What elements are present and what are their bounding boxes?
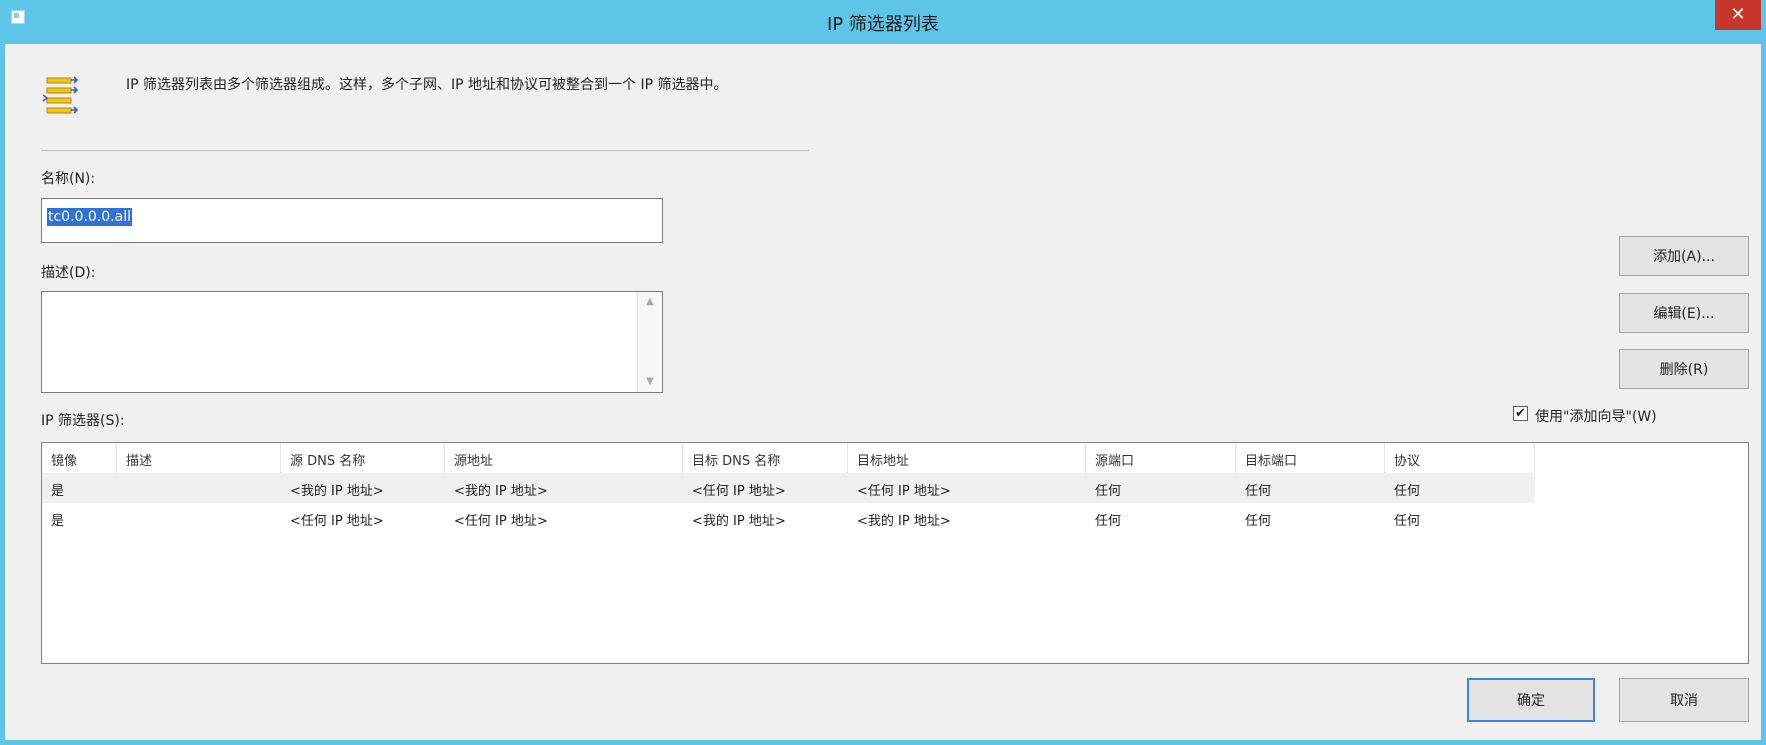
- cell-description: [117, 503, 126, 533]
- column-header-destination-port[interactable]: 目标端口: [1236, 443, 1385, 473]
- cell-source-address: <任何 IP 地址>: [454, 514, 548, 529]
- cancel-button[interactable]: 取消: [1619, 678, 1749, 722]
- name-input-value: tc0.0.0.0.all: [47, 208, 132, 226]
- column-header-description[interactable]: 描述: [117, 443, 281, 473]
- description-scrollbar[interactable]: ▲ ▼: [637, 292, 662, 392]
- cell-source-port: 任何: [1095, 484, 1122, 499]
- column-header-source-dns[interactable]: 源 DNS 名称: [281, 443, 445, 473]
- separator: [41, 150, 809, 151]
- table-header: 镜像 描述 源 DNS 名称 源地址 目标 DNS 名称 目标地址 源端口 目标…: [42, 443, 1748, 473]
- name-input[interactable]: tc0.0.0.0.all: [41, 198, 663, 243]
- cell-destination-address: <任何 IP 地址>: [857, 484, 951, 499]
- ip-filter-list-dialog: IP 筛选器列表 ✕ IP 筛选器列表由多个筛选器组成。这样，多个子网、IP 地…: [0, 0, 1766, 745]
- filter-list-icon: [42, 76, 79, 114]
- table-row[interactable]: 是 <任何 IP 地址> <任何 IP 地址> <我的 IP 地址> <我的 I…: [42, 503, 1535, 533]
- ip-filters-label: IP 筛选器(S):: [41, 413, 125, 429]
- name-label: 名称(N):: [41, 171, 96, 187]
- ip-filters-table[interactable]: 镜像 描述 源 DNS 名称 源地址 目标 DNS 名称 目标地址 源端口 目标…: [41, 442, 1749, 664]
- use-add-wizard-checkbox[interactable]: ✔ 使用"添加向导"(W): [1513, 406, 1753, 426]
- cell-destination-dns: <我的 IP 地址>: [692, 514, 786, 529]
- cell-source-dns: <我的 IP 地址>: [290, 484, 384, 499]
- cell-source-port: 任何: [1095, 514, 1122, 529]
- description-input[interactable]: ▲ ▼: [41, 291, 663, 393]
- cell-protocol: 任何: [1394, 514, 1421, 529]
- table-row[interactable]: 是 <我的 IP 地址> <我的 IP 地址> <任何 IP 地址> <任何 I…: [42, 473, 1535, 503]
- cell-destination-dns: <任何 IP 地址>: [692, 484, 786, 499]
- cell-mirrored: 是: [51, 514, 65, 529]
- column-header-source-address[interactable]: 源地址: [445, 443, 683, 473]
- description-label: 描述(D):: [41, 265, 96, 281]
- cell-destination-port: 任何: [1245, 484, 1272, 499]
- column-header-destination-dns[interactable]: 目标 DNS 名称: [683, 443, 848, 473]
- column-header-destination-address[interactable]: 目标地址: [848, 443, 1086, 473]
- info-text: IP 筛选器列表由多个筛选器组成。这样，多个子网、IP 地址和协议可被整合到一个…: [126, 77, 728, 93]
- checkbox-checked-icon[interactable]: ✔: [1513, 406, 1528, 421]
- ok-button[interactable]: 确定: [1467, 678, 1595, 722]
- close-button[interactable]: ✕: [1715, 0, 1761, 30]
- scroll-up-icon[interactable]: ▲: [638, 292, 662, 312]
- column-header-protocol[interactable]: 协议: [1385, 443, 1535, 473]
- column-header-source-port[interactable]: 源端口: [1086, 443, 1236, 473]
- use-add-wizard-label: 使用"添加向导"(W): [1535, 409, 1657, 425]
- cell-source-dns: <任何 IP 地址>: [290, 514, 384, 529]
- cell-destination-port: 任何: [1245, 514, 1272, 529]
- cell-protocol: 任何: [1394, 484, 1421, 499]
- title-bar: IP 筛选器列表 ✕: [5, 0, 1761, 44]
- scroll-down-icon[interactable]: ▼: [638, 372, 662, 392]
- cell-source-address: <我的 IP 地址>: [454, 484, 548, 499]
- window-title: IP 筛选器列表: [827, 14, 939, 35]
- cell-mirrored: 是: [51, 484, 65, 499]
- edit-button[interactable]: 编辑(E)...: [1619, 293, 1749, 333]
- cell-description: [117, 473, 126, 503]
- column-header-mirrored[interactable]: 镜像: [42, 443, 117, 473]
- cell-destination-address: <我的 IP 地址>: [857, 514, 951, 529]
- add-button[interactable]: 添加(A)...: [1619, 236, 1749, 276]
- delete-button[interactable]: 删除(R): [1619, 349, 1749, 389]
